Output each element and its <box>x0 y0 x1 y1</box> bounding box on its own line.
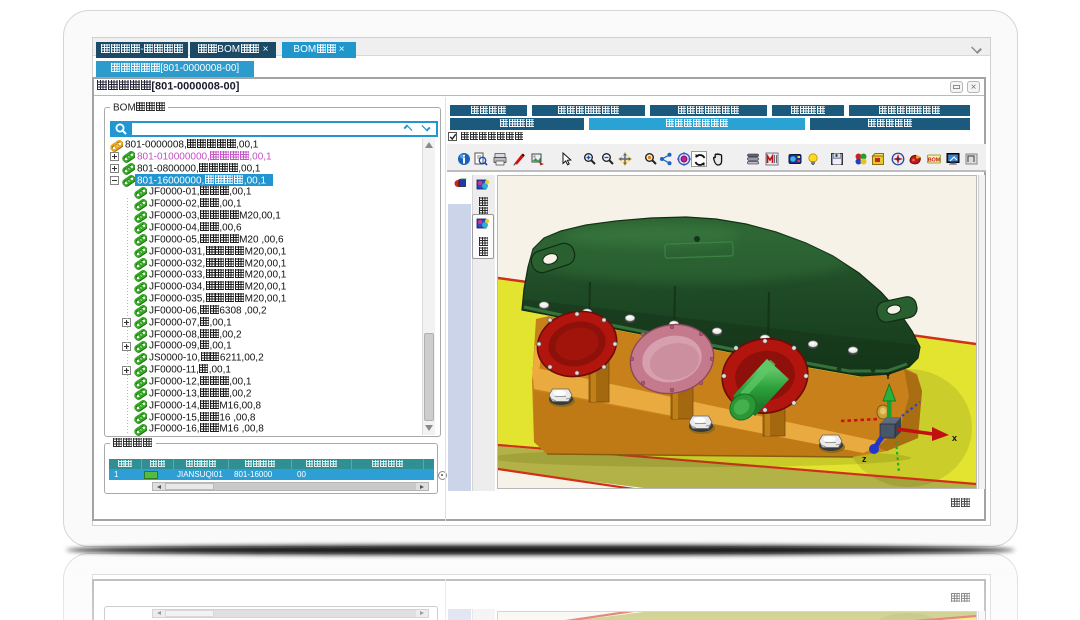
svg-text:z: z <box>862 454 867 464</box>
svg-text:Y: Y <box>885 371 891 381</box>
svg-text:x: x <box>952 433 957 443</box>
svg-text:BOM: BOM <box>928 157 941 163</box>
